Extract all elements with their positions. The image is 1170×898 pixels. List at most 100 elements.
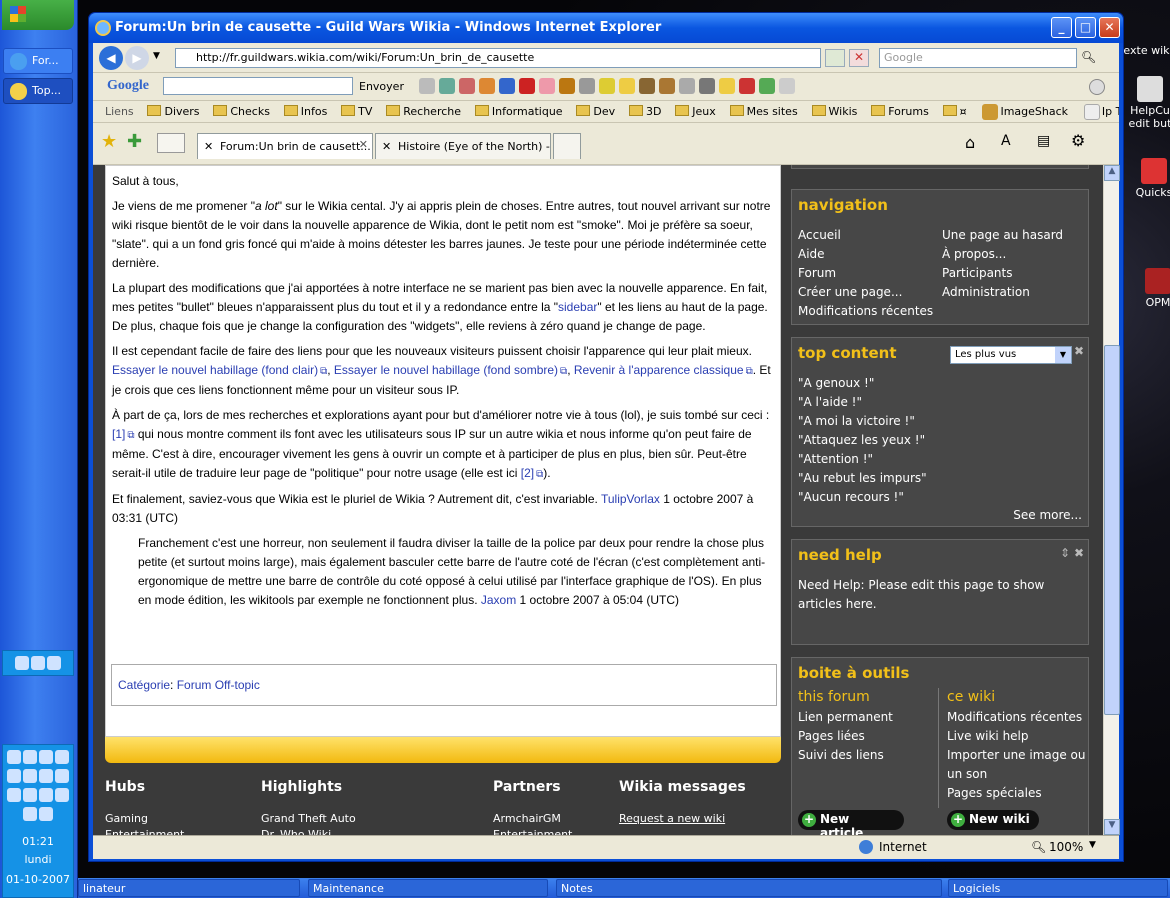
close-widget-icon[interactable]: ✖ <box>1074 344 1084 358</box>
toolbar-icon[interactable] <box>459 78 475 94</box>
top-content-item[interactable]: "Aucun recours !" <box>798 488 927 507</box>
forward-button[interactable]: ▶ <box>125 46 149 70</box>
taskbar-item[interactable]: Maintenance <box>308 879 548 897</box>
tab-histoire[interactable]: ✕ Histoire (Eye of the North) - ... <box>375 133 551 159</box>
tray-icon[interactable] <box>39 788 53 802</box>
desktop-icon[interactable]: OPM <box>1128 268 1170 309</box>
footer-link[interactable]: ArmchairGM <box>493 811 572 827</box>
top-content-item[interactable]: "A l'aide !" <box>798 393 927 412</box>
close-button[interactable]: ✕ <box>1099 17 1120 38</box>
favorite-link[interactable]: Ip Tools <box>1082 104 1119 120</box>
toolbar-icon[interactable] <box>579 78 595 94</box>
minimize-button[interactable]: _ <box>1051 17 1072 38</box>
favorite-link[interactable]: Informatique <box>474 105 563 118</box>
category-label-link[interactable]: Catégorie <box>118 678 170 692</box>
tool-link[interactable]: Suivi des liens <box>798 746 893 765</box>
tray-icon[interactable] <box>23 807 37 821</box>
stop-icon[interactable]: ✕ <box>849 49 869 67</box>
toolbar-icon[interactable] <box>699 78 715 94</box>
see-more-link[interactable]: See more... <box>1013 506 1082 525</box>
tray-icon[interactable] <box>55 769 69 783</box>
new-wiki-button[interactable]: + New wiki <box>947 810 1039 830</box>
google-logo[interactable]: Google <box>107 78 149 94</box>
search-input[interactable]: Google <box>879 48 1077 68</box>
category-link[interactable]: Forum Off-topic <box>177 678 260 692</box>
add-favorite-icon[interactable]: ✚ <box>127 131 142 152</box>
toolbar-icon[interactable] <box>759 78 775 94</box>
nav-link[interactable]: Aide <box>798 245 933 264</box>
favorite-link[interactable]: Infos <box>283 105 327 118</box>
favorite-link[interactable]: Wikis <box>811 105 857 118</box>
nav-link[interactable]: Une page au hasard <box>942 226 1063 245</box>
toolbar-icon[interactable] <box>679 78 695 94</box>
task-top[interactable]: Top... <box>3 78 73 104</box>
move-widget-icon[interactable]: ⇕ <box>1060 546 1070 560</box>
nav-link[interactable]: À propos... <box>942 245 1063 264</box>
nav-link[interactable]: Forum <box>798 264 933 283</box>
zoom-level[interactable]: 100% <box>1049 840 1083 854</box>
back-button[interactable]: ◀ <box>99 46 123 70</box>
classic-skin-link[interactable]: Revenir à l'apparence classique <box>574 363 753 377</box>
favorite-link[interactable]: Forums <box>871 105 929 118</box>
tray-icon[interactable] <box>7 769 21 783</box>
nav-link[interactable]: Participants <box>942 264 1063 283</box>
request-wiki-link[interactable]: Request a new wiki <box>619 811 725 827</box>
send-button[interactable]: Envoyer <box>359 80 404 93</box>
taskbar-item[interactable]: Notes <box>556 879 942 897</box>
favorite-link[interactable]: Dev <box>576 105 615 118</box>
tray-icon[interactable] <box>55 788 69 802</box>
tray-icon[interactable] <box>23 769 37 783</box>
skin-dark-link[interactable]: Essayer le nouvel habillage (fond sombre… <box>334 363 567 377</box>
toolbar-icon[interactable] <box>599 78 615 94</box>
top-content-item[interactable]: "Attaquez les yeux !" <box>798 431 927 450</box>
tray-icon[interactable] <box>55 750 69 764</box>
address-input[interactable]: http://fr.guildwars.wikia.com/wiki/Forum… <box>175 48 821 68</box>
new-tab-button[interactable] <box>553 133 581 159</box>
start-button[interactable] <box>2 0 74 30</box>
toolbar-icon[interactable] <box>479 78 495 94</box>
nav-link[interactable]: Créer une page... <box>798 283 933 302</box>
toolbar-icon[interactable] <box>419 78 435 94</box>
footer-link[interactable]: Entertainment <box>105 827 184 835</box>
taskbar-item[interactable]: Logiciels <box>948 879 1168 897</box>
scroll-up-icon[interactable]: ▲ <box>1104 165 1120 181</box>
title-bar[interactable]: Forum:Un brin de causette - Guild Wars W… <box>89 13 1123 43</box>
ref-2-link[interactable]: [2] <box>521 466 543 480</box>
ref-1-link[interactable]: [1] <box>112 427 134 441</box>
toolbar-icon[interactable] <box>639 78 655 94</box>
top-content-item[interactable]: "Attention !" <box>798 450 927 469</box>
search-icon[interactable]: 🔍︎ <box>1081 50 1096 64</box>
tray-icon[interactable] <box>39 750 53 764</box>
top-content-item[interactable]: "A moi la victoire !" <box>798 412 927 431</box>
desktop-icon[interactable]: HelpCu edit but <box>1120 76 1170 130</box>
close-widget-icon[interactable]: ✖ <box>1074 546 1084 560</box>
favorite-link[interactable]: ImageShack <box>980 104 1068 120</box>
tray-icon[interactable] <box>7 750 21 764</box>
tool-link[interactable]: Pages liées <box>798 727 893 746</box>
page-menu-icon[interactable]: ▤ <box>1037 133 1050 149</box>
youtube-icon[interactable] <box>519 78 535 94</box>
tray-icon[interactable] <box>31 656 45 670</box>
tray-icon[interactable] <box>15 656 29 670</box>
clock-time[interactable]: 01:21 <box>3 833 73 851</box>
user-link[interactable]: Jaxom <box>481 593 516 607</box>
favorite-link[interactable]: Jeux <box>675 105 716 118</box>
toolbar-icon[interactable] <box>619 78 635 94</box>
feeds-icon[interactable]: A <box>1001 133 1011 149</box>
nav-link[interactable]: Administration <box>942 283 1063 302</box>
refresh-icon[interactable] <box>825 49 845 67</box>
quick-tabs-icon[interactable] <box>157 133 185 153</box>
scroll-down-icon[interactable]: ▼ <box>1104 819 1120 835</box>
tray-icon[interactable] <box>39 807 53 821</box>
history-dropdown-icon[interactable]: ▼ <box>153 51 160 61</box>
user-link[interactable]: TulipVorlax <box>601 492 660 506</box>
favorite-link[interactable]: Recherche <box>386 105 461 118</box>
tray-icon[interactable] <box>7 788 21 802</box>
desktop-icon[interactable]: Quicks <box>1124 158 1170 199</box>
tray-icon[interactable] <box>23 750 37 764</box>
favorite-link[interactable]: 3D <box>628 105 661 118</box>
toolbar-options-icon[interactable] <box>1089 79 1105 95</box>
tray-icon[interactable] <box>47 656 61 670</box>
scroll-thumb[interactable] <box>1104 345 1120 715</box>
task-forum[interactable]: For... <box>3 48 73 74</box>
